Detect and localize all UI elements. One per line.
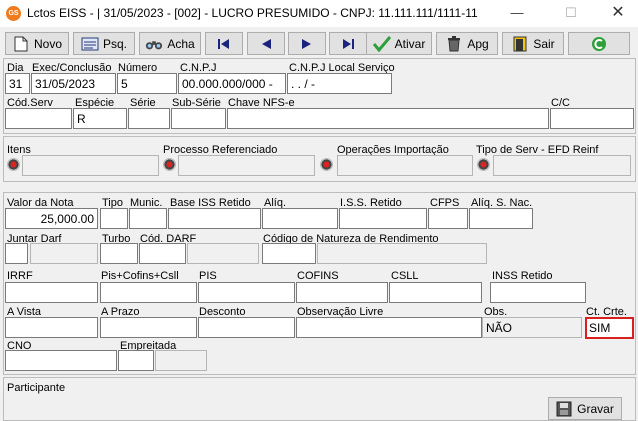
refresh-icon <box>590 35 608 53</box>
novo-button[interactable]: Novo <box>5 32 69 55</box>
chave-field[interactable] <box>227 108 549 129</box>
subserie-field[interactable] <box>171 108 226 129</box>
especie-field[interactable]: R <box>73 108 127 129</box>
tipo-serv-lookup-icon[interactable] <box>477 158 490 171</box>
gravar-label: Gravar <box>577 401 614 416</box>
base-iss-field[interactable] <box>168 208 261 229</box>
last-icon <box>339 35 357 53</box>
aliq-snac-field[interactable] <box>469 208 533 229</box>
title-bar: GS Lctos EISS - | 31/05/2023 - [002] - L… <box>0 0 638 27</box>
close-button[interactable]: ✕ <box>603 3 633 23</box>
minimize-button[interactable]: — <box>502 3 532 23</box>
previous-icon <box>257 35 275 53</box>
a-vista-field[interactable] <box>5 317 98 338</box>
serie-field[interactable] <box>128 108 170 129</box>
csll-label: CSLL <box>391 270 419 282</box>
juntar-darf-field[interactable] <box>5 243 28 264</box>
iss-retido-field[interactable] <box>339 208 427 229</box>
search-list-icon <box>81 35 99 53</box>
obs-livre-field[interactable] <box>296 317 482 338</box>
itens-field[interactable] <box>22 155 159 176</box>
exec-field[interactable]: 31/05/2023 <box>31 73 116 94</box>
app-icon: GS <box>6 6 21 21</box>
ativar-label: Ativar <box>394 36 426 51</box>
dia-field[interactable]: 31 <box>5 73 30 94</box>
cod-serv-field[interactable] <box>5 108 72 129</box>
cofins-label: COFINS <box>297 270 339 282</box>
itens-lookup-icon[interactable] <box>7 158 20 171</box>
tipo-field[interactable] <box>100 208 128 229</box>
novo-label: Novo <box>33 36 62 51</box>
pis-label: PIS <box>199 270 217 282</box>
empreitada-desc-field <box>155 350 207 371</box>
inss-label: INSS Retido <box>492 270 553 282</box>
empreitada-field[interactable] <box>118 350 154 371</box>
cfps-field[interactable] <box>428 208 468 229</box>
psq-button[interactable]: Psq. <box>73 32 135 55</box>
pis-field[interactable] <box>198 282 295 303</box>
cod-darf-field[interactable] <box>139 243 186 264</box>
previous-record-button[interactable] <box>247 32 285 55</box>
window-title: Lctos EISS - | 31/05/2023 - [002] - LUCR… <box>27 6 478 20</box>
apg-button[interactable]: Apg <box>436 32 498 55</box>
cofins-field[interactable] <box>296 282 388 303</box>
ct-crte-field[interactable]: SIM <box>585 317 634 339</box>
participante-label: Participante <box>7 382 66 394</box>
last-record-button[interactable] <box>329 32 367 55</box>
psq-label: Psq. <box>102 36 127 51</box>
numero-field[interactable]: 5 <box>117 73 177 94</box>
csll-field[interactable] <box>389 282 482 303</box>
cod-darf-desc-field <box>187 243 259 264</box>
cod-natureza-desc-field <box>317 243 487 264</box>
new-document-icon <box>12 35 30 53</box>
footer-panel <box>3 377 636 421</box>
turbo-field[interactable] <box>100 243 138 264</box>
munic-field[interactable] <box>129 208 167 229</box>
next-record-button[interactable] <box>288 32 326 55</box>
binoculars-icon <box>145 35 163 53</box>
toolbar: Novo Psq. Acha Ativar Apg Sair <box>0 28 638 60</box>
tipo-serv-field[interactable] <box>493 155 631 176</box>
apg-label: Apg <box>467 36 489 51</box>
checkmark-icon <box>372 35 391 53</box>
a-prazo-field[interactable] <box>100 317 197 338</box>
save-disk-icon <box>556 401 572 417</box>
inss-field[interactable] <box>490 282 586 303</box>
first-icon <box>215 35 233 53</box>
irrf-label: IRRF <box>7 270 33 282</box>
exit-door-icon <box>511 35 529 53</box>
aliq-field[interactable] <box>262 208 338 229</box>
trash-icon <box>445 35 463 53</box>
refresh-button[interactable] <box>568 32 630 55</box>
cod-natureza-field[interactable] <box>262 243 316 264</box>
acha-label: Acha <box>167 36 195 51</box>
pis-cofins-csll-label: Pis+Cofins+Csll <box>101 270 179 282</box>
juntar-darf-desc-field <box>30 243 98 264</box>
processo-field[interactable] <box>178 155 315 176</box>
irrf-field[interactable] <box>5 282 98 303</box>
ativar-button[interactable]: Ativar <box>366 32 432 55</box>
maximize-button[interactable]: ☐ <box>556 3 586 23</box>
cnpj-field[interactable]: 00.000.000/000 - <box>178 73 286 94</box>
desconto-field[interactable] <box>198 317 295 338</box>
pis-cofins-csll-field[interactable] <box>100 282 197 303</box>
cc-field[interactable] <box>550 108 634 129</box>
acha-button[interactable]: Acha <box>139 32 201 55</box>
sair-label: Sair <box>533 36 555 51</box>
obs-field[interactable]: NÃO <box>482 317 582 338</box>
gravar-button[interactable]: Gravar <box>548 397 622 420</box>
operacoes-field[interactable] <box>337 155 473 176</box>
first-record-button[interactable] <box>205 32 243 55</box>
cno-field[interactable] <box>5 350 117 371</box>
sair-button[interactable]: Sair <box>502 32 564 55</box>
valor-nota-field[interactable]: 25,000.00 <box>5 208 98 229</box>
operacoes-lookup-icon[interactable] <box>320 158 333 171</box>
next-icon <box>298 35 316 53</box>
cnpj-local-field[interactable]: . . / - <box>287 73 392 94</box>
processo-lookup-icon[interactable] <box>163 158 176 171</box>
